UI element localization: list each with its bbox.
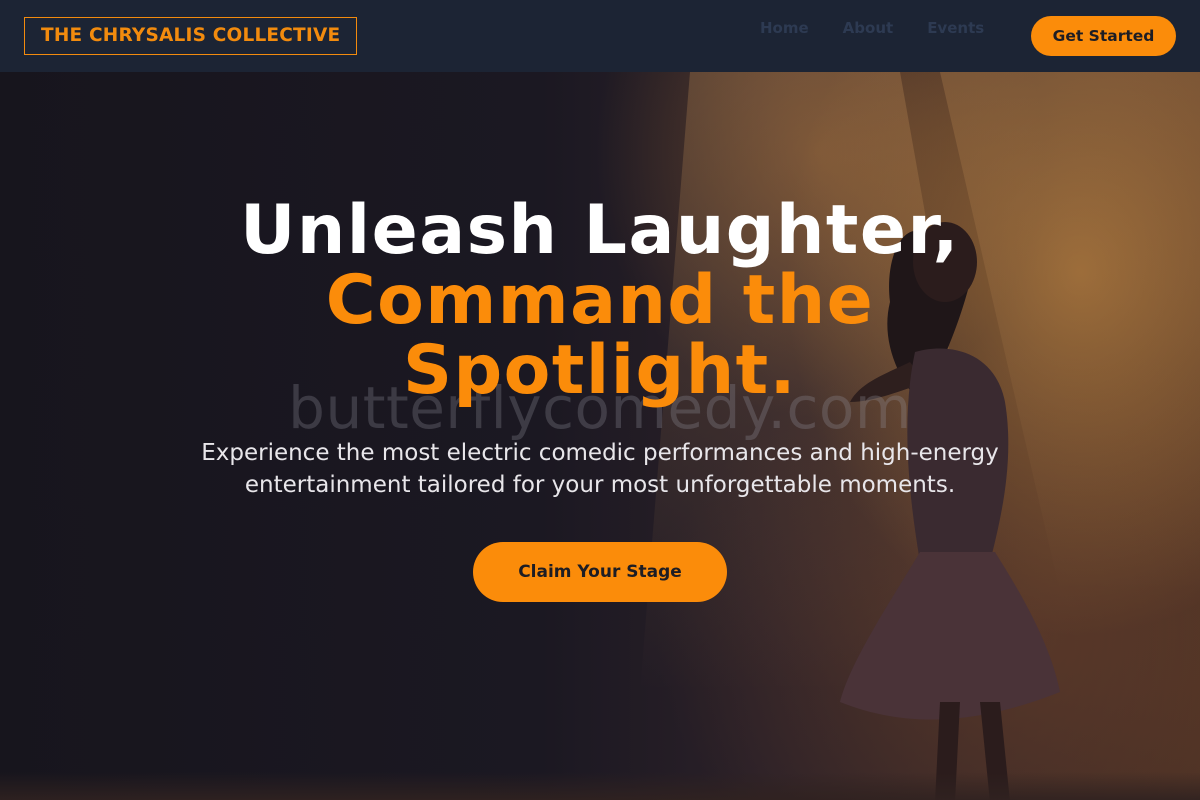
headline-line1: Unleash Laughter,: [240, 191, 960, 270]
headline-line2: Command the Spotlight.: [325, 261, 875, 410]
stage-floor: [0, 772, 1200, 800]
brand-logo[interactable]: THE CHRYSALIS COLLECTIVE: [24, 17, 358, 55]
nav-link-home[interactable]: Home: [760, 18, 809, 38]
hero-subtitle: Experience the most electric comedic per…: [201, 440, 999, 498]
top-navbar: THE CHRYSALIS COLLECTIVE Home About Even…: [0, 0, 1200, 72]
nav-links: Home About Events: [760, 18, 984, 38]
get-started-button[interactable]: Get Started: [1031, 16, 1176, 56]
nav-link-about[interactable]: About: [843, 18, 894, 38]
hero-headline: Unleash Laughter, Command the Spotlight.: [0, 196, 1200, 406]
hero-section: butterflycomedy.com Unleash Laughter, Co…: [0, 72, 1200, 800]
nav-link-events[interactable]: Events: [927, 18, 984, 38]
claim-your-stage-button[interactable]: Claim Your Stage: [473, 542, 727, 602]
